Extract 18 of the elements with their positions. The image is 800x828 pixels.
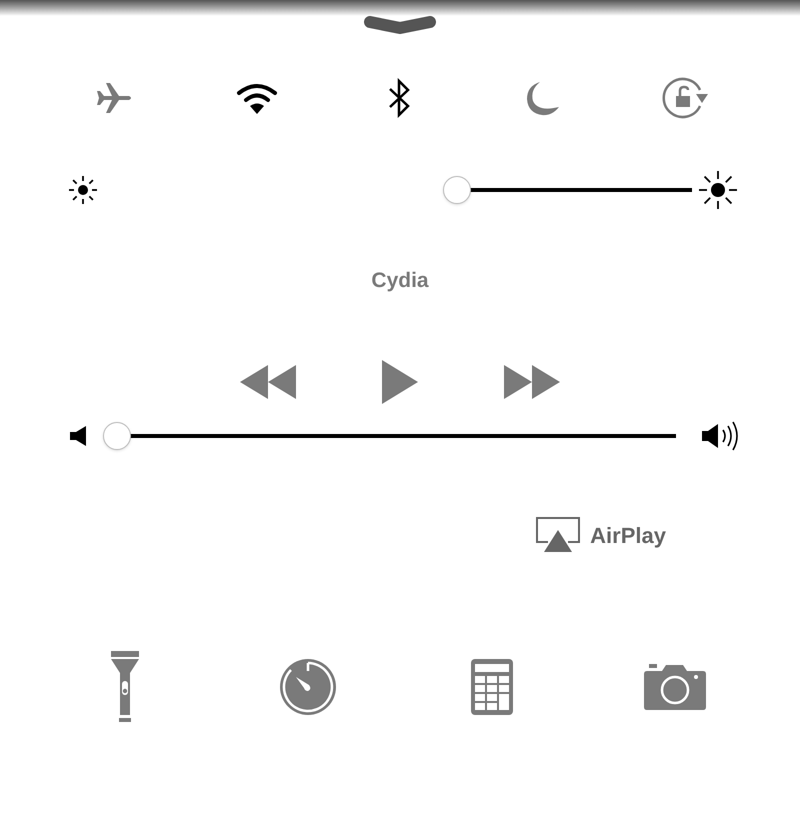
speaker-icon	[70, 426, 88, 446]
bright-sun-icon	[698, 170, 738, 210]
calculator-icon[interactable]	[470, 659, 513, 715]
slider-thumb[interactable]	[103, 422, 132, 450]
play-button[interactable]	[382, 360, 418, 404]
fast-forward-button[interactable]	[504, 365, 560, 399]
dim-sun-icon	[68, 175, 98, 205]
camera-icon[interactable]	[644, 664, 706, 710]
slider-thumb[interactable]	[442, 176, 471, 204]
flashlight-icon[interactable]	[110, 651, 139, 723]
airplane-icon[interactable]	[94, 80, 133, 114]
airplay-icon	[536, 517, 580, 553]
rewind-button[interactable]	[240, 365, 296, 399]
rotation-lock-icon[interactable]	[662, 76, 710, 120]
moon-icon[interactable]	[526, 80, 560, 116]
now-playing-title: Cydia	[371, 268, 429, 294]
timer-icon[interactable]	[279, 658, 338, 716]
airplay-button[interactable]: AirPlay	[536, 515, 666, 555]
